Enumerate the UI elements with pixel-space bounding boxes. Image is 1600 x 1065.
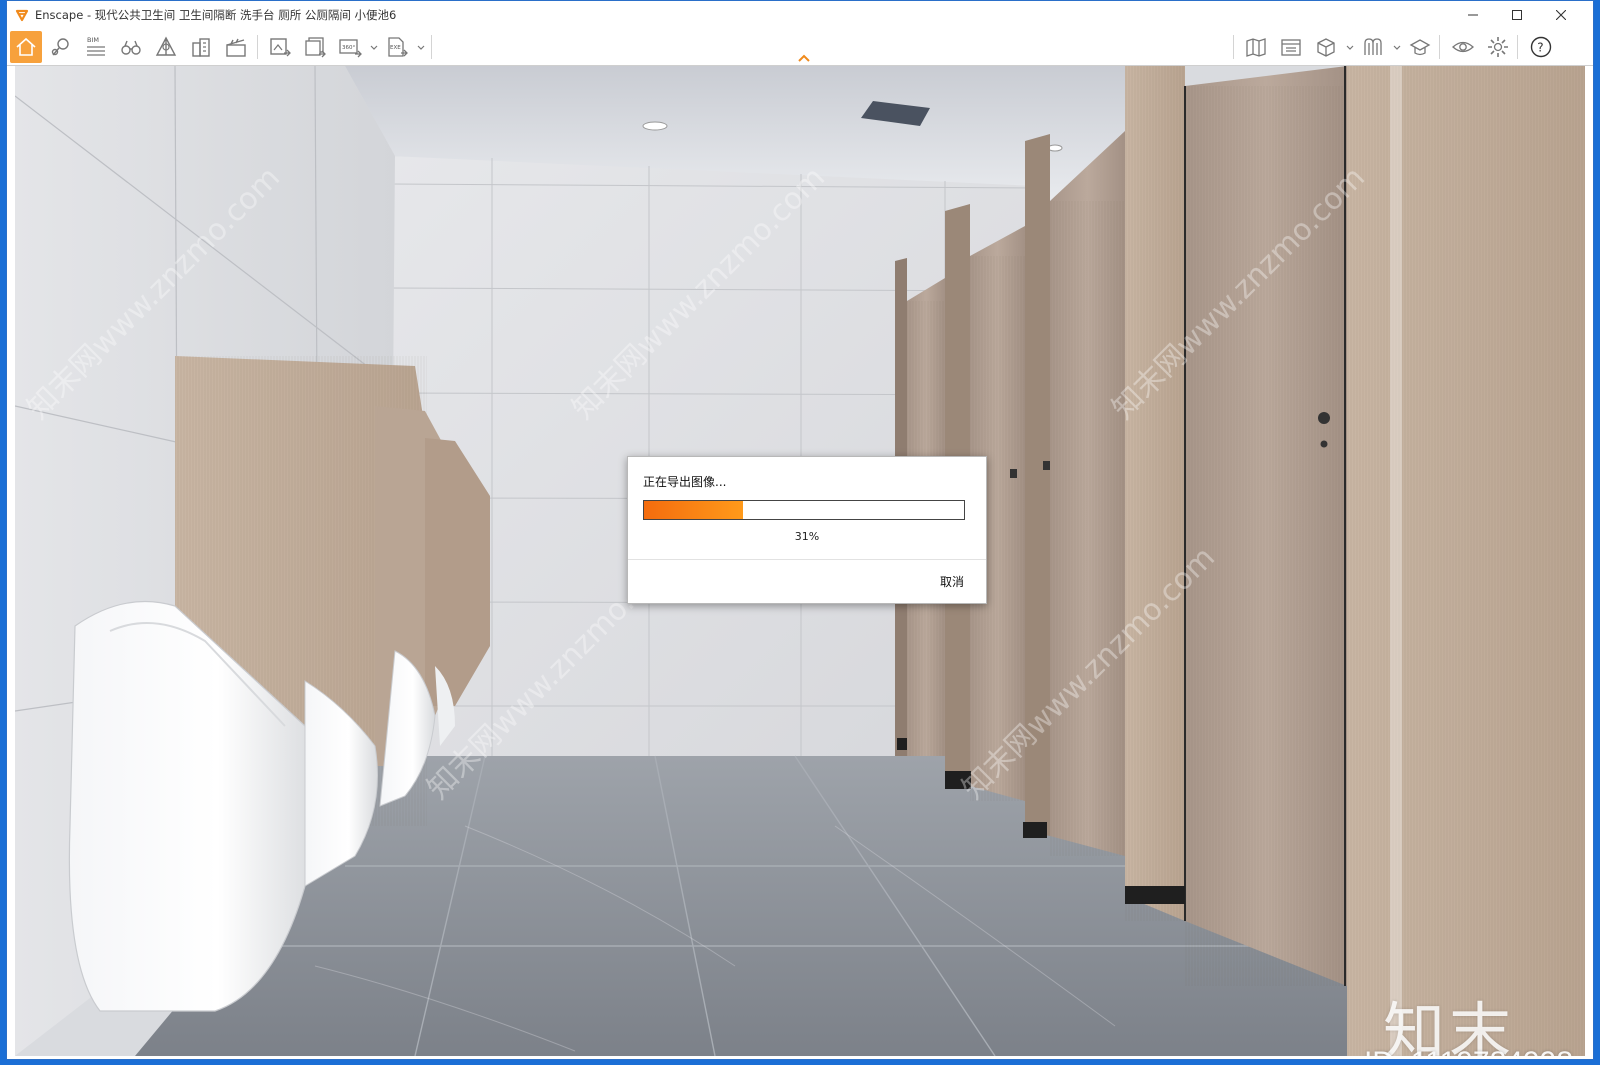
- maximize-button[interactable]: [1495, 1, 1539, 29]
- enscape-logo-icon: [15, 9, 29, 22]
- object-dropdown-chevron-down-icon[interactable]: [1345, 43, 1355, 53]
- minimize-icon: [1468, 14, 1478, 16]
- asset-pin-icon: [51, 38, 69, 56]
- object-mode-button[interactable]: [1310, 31, 1342, 63]
- toolbar-separator: [431, 35, 432, 59]
- buildings-icon: [192, 38, 210, 57]
- gear-icon: [1488, 37, 1508, 57]
- enscape-window: Enscape - 现代公共卫生间 卫生间隔断 洗手台 厕所 公厕隔间 小便池6…: [6, 0, 1594, 1060]
- pano-label: 360°: [342, 45, 355, 51]
- minimize-button[interactable]: [1451, 1, 1495, 29]
- map-button[interactable]: [1240, 31, 1272, 63]
- eye-icon: [1452, 41, 1474, 53]
- batch-render-button[interactable]: [299, 31, 331, 63]
- progress-bar: [643, 500, 965, 520]
- export-exe-button[interactable]: EXE: [381, 31, 413, 63]
- perspective-button[interactable]: [150, 31, 182, 63]
- batch-render-icon: [305, 37, 326, 58]
- dialog-title: 正在导出图像...: [643, 475, 727, 489]
- export-exe-icon: EXE: [388, 37, 408, 57]
- views-button[interactable]: [115, 31, 147, 63]
- panorama-dropdown-chevron-down-icon[interactable]: [369, 43, 379, 53]
- home-button[interactable]: [10, 31, 42, 63]
- panorama-button[interactable]: 360°: [334, 31, 366, 63]
- id-watermark: ID: 1119784998: [1364, 1046, 1573, 1056]
- toolbar-separator: [1233, 35, 1234, 59]
- asset-library-button[interactable]: [45, 31, 77, 63]
- site-context-button[interactable]: [185, 31, 217, 63]
- academy-button[interactable]: [1404, 31, 1436, 63]
- cancel-button[interactable]: 取消: [932, 569, 972, 594]
- bim-label: BIM: [87, 36, 99, 44]
- export-progress-dialog: 正在导出图像... 31% 取消: [627, 456, 987, 604]
- help-label: ?: [1537, 41, 1543, 55]
- collapse-toolbar-chevron-up-icon[interactable]: [797, 53, 811, 63]
- capture-button[interactable]: [1275, 31, 1307, 63]
- perspective-icon: [155, 36, 177, 56]
- help-button[interactable]: ?: [1525, 31, 1557, 63]
- export-dropdown-chevron-down-icon[interactable]: [416, 43, 426, 53]
- maximize-icon: [1512, 10, 1522, 20]
- capture-icon: [1281, 39, 1301, 56]
- settings-button[interactable]: [1482, 31, 1514, 63]
- progress-percent-label: 31%: [794, 530, 820, 543]
- exe-label: EXE: [390, 45, 401, 51]
- clapperboard-icon: [226, 38, 246, 57]
- help-icon: ?: [1530, 36, 1552, 58]
- close-icon: [1556, 10, 1566, 20]
- video-editor-button[interactable]: [220, 31, 252, 63]
- visual-settings-button[interactable]: [1357, 31, 1389, 63]
- render-image-button[interactable]: [264, 31, 296, 63]
- bim-mode-button[interactable]: BIM: [80, 31, 112, 63]
- visual-dropdown-chevron-down-icon[interactable]: [1392, 43, 1402, 53]
- cube-icon: [1317, 38, 1335, 57]
- dialog-divider: [628, 559, 986, 560]
- bim-list-icon: BIM: [87, 36, 105, 56]
- brand-watermark: 知末: [1382, 995, 1515, 1056]
- progress-bar-fill: [644, 501, 744, 519]
- map-icon: [1246, 38, 1266, 57]
- toolbar-separator: [1439, 35, 1440, 59]
- hat-icon: [1409, 39, 1431, 56]
- home-icon: [16, 37, 36, 56]
- toolbar-separator: [1517, 35, 1518, 59]
- close-button[interactable]: [1539, 1, 1583, 29]
- render-image-icon: [270, 38, 291, 57]
- window-title: Enscape - 现代公共卫生间 卫生间隔断 洗手台 厕所 公厕隔间 小便池6: [35, 8, 397, 22]
- toolbar-separator: [257, 35, 258, 59]
- binoculars-icon: [121, 40, 141, 55]
- visual-settings-icon: [1364, 38, 1382, 55]
- title-bar: Enscape - 现代公共卫生间 卫生间隔断 洗手台 厕所 公厕隔间 小便池6: [7, 1, 1593, 29]
- view-preview-button[interactable]: [1447, 31, 1479, 63]
- panorama-360-icon: 360°: [339, 39, 362, 58]
